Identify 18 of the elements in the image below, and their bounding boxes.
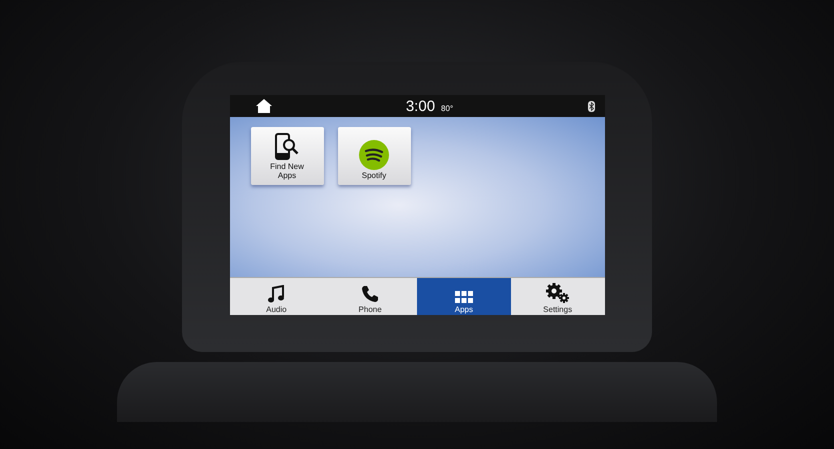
phone-handset-icon [361, 285, 380, 303]
clock-time: 3:00 [406, 98, 436, 114]
music-note-icon [268, 285, 284, 303]
nav-tab[interactable]: Audio [230, 278, 324, 315]
temperature: 80° [441, 104, 454, 112]
bluetooth-icon [588, 100, 594, 112]
app-label: Spotify [360, 171, 388, 180]
spotify-logo-icon [359, 140, 389, 170]
app-label: Find New Apps [269, 162, 305, 180]
grid-icon [454, 291, 473, 303]
app-tile[interactable]: Find New Apps [250, 127, 324, 185]
gears-icon [546, 283, 570, 303]
nav-tab[interactable]: Apps [417, 278, 511, 315]
phone-search-icon [274, 133, 300, 161]
nav-tab[interactable]: Settings [510, 278, 604, 315]
app-tile[interactable]: Spotify [338, 127, 410, 185]
home-icon[interactable] [256, 99, 272, 113]
nav-tab[interactable]: Phone [323, 278, 417, 315]
